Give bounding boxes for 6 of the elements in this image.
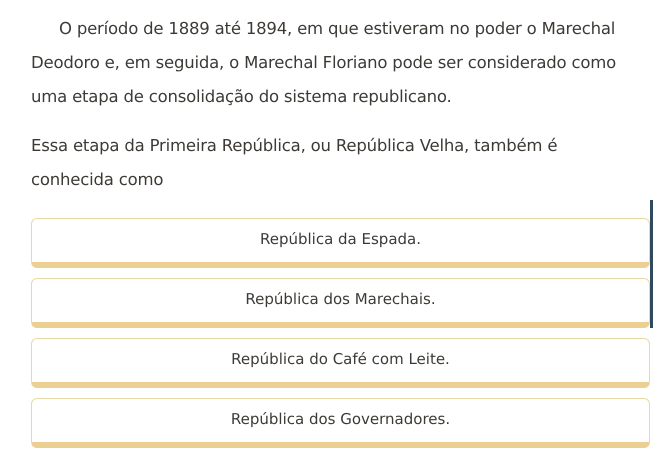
question-text: O período de 1889 até 1894, em que estiveram no poder o Marechal Deodoro e, em seguida, o Marechal Floriano pode ser considerado como uma etapa de consolidação do sistema republicano. xyxy=(31,18,617,108)
answer-option[interactable]: República dos Marechais. xyxy=(31,278,650,328)
answer-option[interactable]: República dos Governadores. xyxy=(31,398,650,448)
answer-option[interactable]: República do Café com Leite. xyxy=(31,338,650,388)
answer-option[interactable]: República da Espada. xyxy=(31,218,650,268)
question-text: Essa etapa da Primeira República, ou República Velha, também é conhecida como xyxy=(31,135,558,191)
